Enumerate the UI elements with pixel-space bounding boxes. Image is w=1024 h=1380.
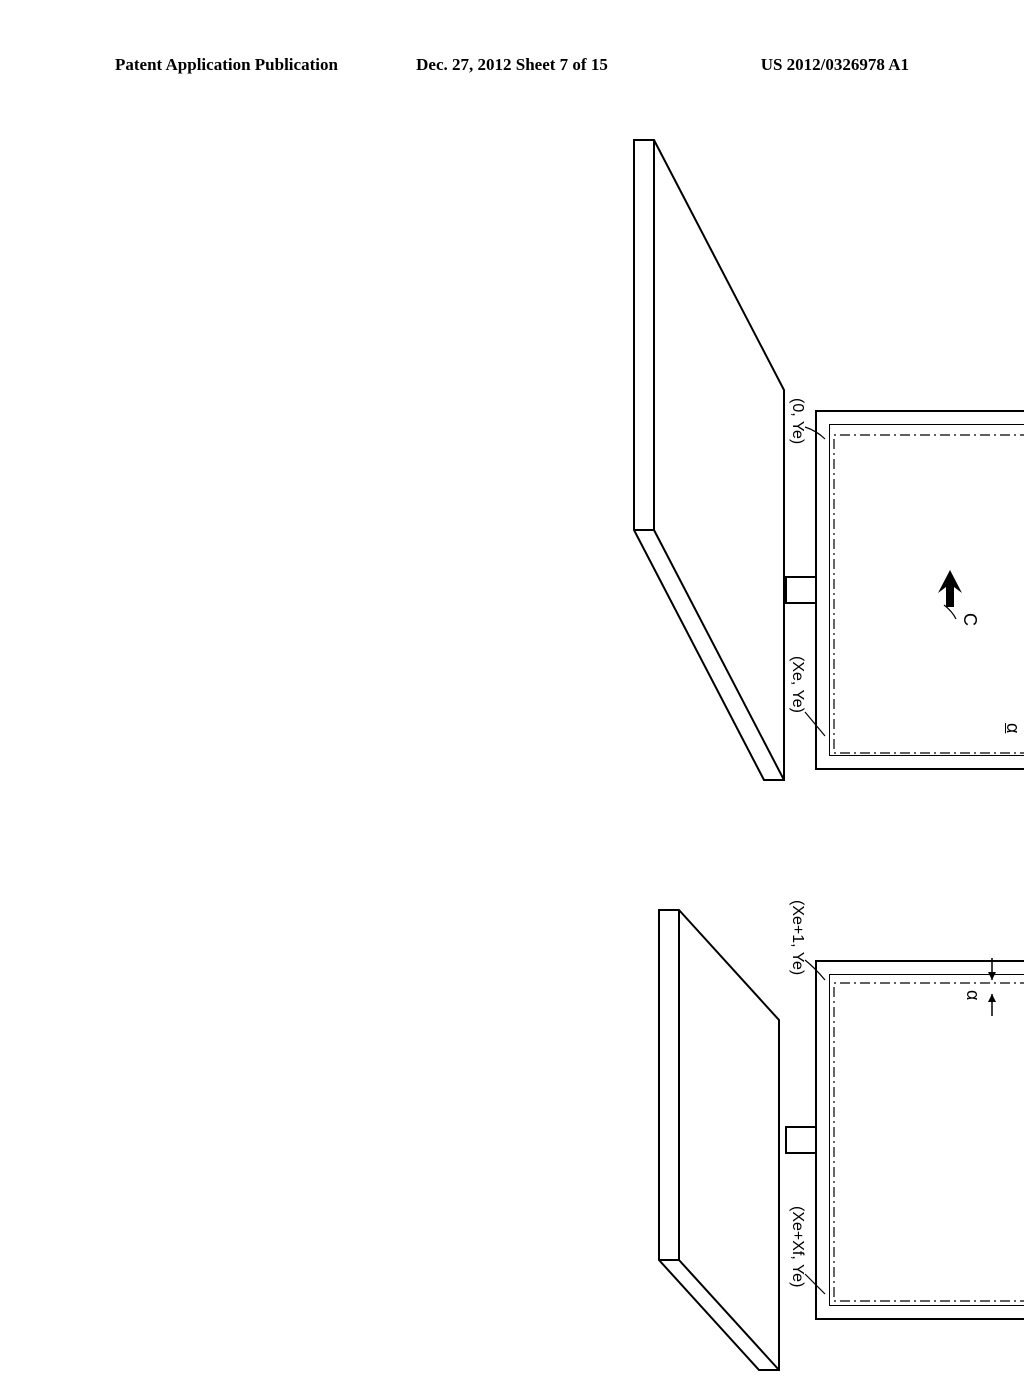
monitor-left-base-icon [614,130,794,790]
inset-region-right-icon [830,975,1024,1305]
header-publication-number: US 2012/0326978 A1 [761,55,909,75]
monitor-right-screen [829,974,1024,1306]
header-publication-type: Patent Application Publication [115,55,338,75]
leader-icon [803,710,827,740]
leader-icon [803,425,827,445]
monitor-left-bezel: C [815,410,1024,770]
alpha-label-right: α [962,990,983,1000]
page-header: Patent Application Publication Dec. 27, … [0,55,1024,75]
figure-7: FIG. 7 [120,390,1024,1190]
cursor-leader-icon [940,603,958,621]
leader-icon [803,956,827,984]
monitor-left: C (0, 0) (Xe, 0) (0, Ye) [785,410,1024,770]
coord-left-bottom-right: (Xe, Ye) [788,656,806,713]
cursor-label: C [959,613,980,626]
monitor-right: (Xe+1, 0) (Xe+Xf, 0) (Xe+1, Ye) (Xe+Xf, … [785,960,1024,1320]
leader-icon [803,1270,827,1298]
monitor-right-neck [785,1126,815,1154]
alpha-label-left: α [1002,723,1023,733]
alpha-arrow-left-icon [1017,706,1024,776]
monitor-right-base-icon [649,900,789,1380]
monitor-left-screen: C [829,424,1024,756]
monitors-group: C (0, 0) (Xe, 0) (0, Ye) [495,390,1024,1190]
alpha-arrow-right-icon [977,952,1007,1022]
header-date-sheet: Dec. 27, 2012 Sheet 7 of 15 [416,55,608,75]
